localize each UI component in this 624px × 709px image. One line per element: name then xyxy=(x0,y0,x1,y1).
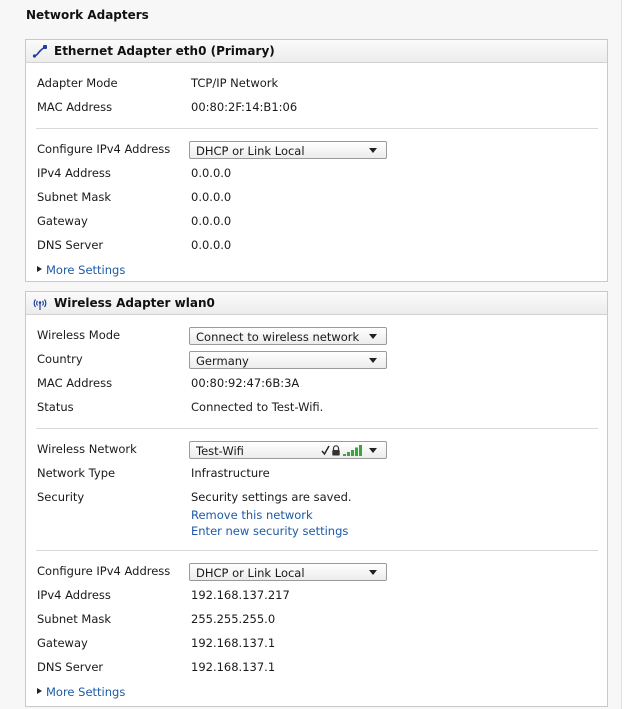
wireless-ipv4-label: IPv4 Address xyxy=(37,588,111,602)
adapter-mode-label: Adapter Mode xyxy=(37,76,118,90)
ethernet-more-settings-link[interactable]: More Settings xyxy=(46,263,125,277)
ethernet-adapter-panel: Ethernet Adapter eth0 (Primary) Adapter … xyxy=(25,39,608,282)
wireless-gateway-value: 192.168.137.1 xyxy=(191,636,276,650)
chevron-down-icon xyxy=(369,334,377,339)
wireless-dns-label: DNS Server xyxy=(37,660,104,674)
wireless-divider-2 xyxy=(36,550,598,551)
ethernet-ipv4-label: IPv4 Address xyxy=(37,166,111,180)
signal-strength-icon xyxy=(343,445,362,456)
wireless-status-value: Connected to Test-Wifi. xyxy=(191,400,324,414)
ethernet-dns-value: 0.0.0.0 xyxy=(191,238,232,252)
adapter-mode-value: TCP/IP Network xyxy=(191,76,279,90)
network-status-indicators xyxy=(321,444,366,457)
wireless-ipv4-value: 192.168.137.217 xyxy=(191,588,290,602)
ethernet-more-settings-toggle[interactable]: More Settings xyxy=(37,262,137,278)
ethernet-subnet-label: Subnet Mask xyxy=(37,190,112,204)
ethernet-gateway-label: Gateway xyxy=(37,214,88,228)
wireless-mode-selected: Connect to wireless network xyxy=(196,330,360,344)
security-value: Security settings are saved. xyxy=(191,490,352,504)
wireless-subnet-value: 255.255.255.0 xyxy=(191,612,276,626)
ethernet-subnet-value: 0.0.0.0 xyxy=(191,190,232,204)
wireless-dns-value: 192.168.137.1 xyxy=(191,660,276,674)
wireless-divider-1 xyxy=(36,428,598,429)
wireless-network-selected: Test-Wifi xyxy=(196,444,244,458)
enter-security-settings-link[interactable]: Enter new security settings xyxy=(191,524,348,538)
ethernet-configure-label: Configure IPv4 Address xyxy=(37,142,171,156)
wireless-panel-title: Wireless Adapter wlan0 xyxy=(54,296,215,310)
country-selected: Germany xyxy=(196,354,249,368)
ethernet-configure-selected: DHCP or Link Local xyxy=(196,144,305,158)
wireless-antenna-icon xyxy=(32,296,48,311)
wireless-mode-select[interactable]: Connect to wireless network xyxy=(189,327,387,345)
ethernet-mac-value: 00:80:2F:14:B1:06 xyxy=(191,100,298,114)
lock-icon xyxy=(332,445,340,456)
ethernet-ipv4-value: 0.0.0.0 xyxy=(191,166,232,180)
ethernet-mac-label: MAC Address xyxy=(37,100,113,114)
wireless-configure-selected: DHCP or Link Local xyxy=(196,566,305,580)
wireless-network-label: Wireless Network xyxy=(37,442,137,456)
page-title: Network Adapters xyxy=(26,8,149,22)
country-select[interactable]: Germany xyxy=(189,351,387,369)
checkmark-icon xyxy=(321,445,330,456)
wireless-panel-header: Wireless Adapter wlan0 xyxy=(26,292,607,315)
country-label: Country xyxy=(37,352,83,366)
ethernet-dns-label: DNS Server xyxy=(37,238,104,252)
network-type-value: Infrastructure xyxy=(191,466,270,480)
wireless-more-settings-link[interactable]: More Settings xyxy=(46,685,125,699)
chevron-down-icon xyxy=(369,448,377,453)
wireless-network-select[interactable]: Test-Wifi xyxy=(189,441,387,459)
network-adapters-page: Network Adapters Ethernet Adapter eth0 (… xyxy=(0,0,622,709)
chevron-down-icon xyxy=(369,358,377,363)
wireless-configure-label: Configure IPv4 Address xyxy=(37,564,171,578)
ethernet-panel-header: Ethernet Adapter eth0 (Primary) xyxy=(26,40,607,63)
wireless-mode-label: Wireless Mode xyxy=(37,328,121,342)
ethernet-gateway-value: 0.0.0.0 xyxy=(191,214,232,228)
ethernet-cable-icon xyxy=(32,44,48,59)
wireless-configure-select[interactable]: DHCP or Link Local xyxy=(189,563,387,581)
caret-right-icon xyxy=(37,688,42,694)
wireless-more-settings-toggle[interactable]: More Settings xyxy=(37,684,137,700)
ethernet-configure-select[interactable]: DHCP or Link Local xyxy=(189,141,387,159)
wireless-gateway-label: Gateway xyxy=(37,636,88,650)
caret-right-icon xyxy=(37,266,42,272)
chevron-down-icon xyxy=(369,570,377,575)
security-label: Security xyxy=(37,490,85,504)
wireless-mac-value: 00:80:92:47:6B:3A xyxy=(191,376,300,390)
chevron-down-icon xyxy=(369,148,377,153)
ethernet-panel-title: Ethernet Adapter eth0 (Primary) xyxy=(54,44,275,58)
remove-network-link[interactable]: Remove this network xyxy=(191,508,313,522)
ethernet-divider xyxy=(36,128,598,129)
wireless-status-label: Status xyxy=(37,400,74,414)
network-type-label: Network Type xyxy=(37,466,116,480)
wireless-subnet-label: Subnet Mask xyxy=(37,612,112,626)
wireless-adapter-panel: Wireless Adapter wlan0 Wireless Mode Con… xyxy=(25,291,608,707)
wireless-mac-label: MAC Address xyxy=(37,376,113,390)
